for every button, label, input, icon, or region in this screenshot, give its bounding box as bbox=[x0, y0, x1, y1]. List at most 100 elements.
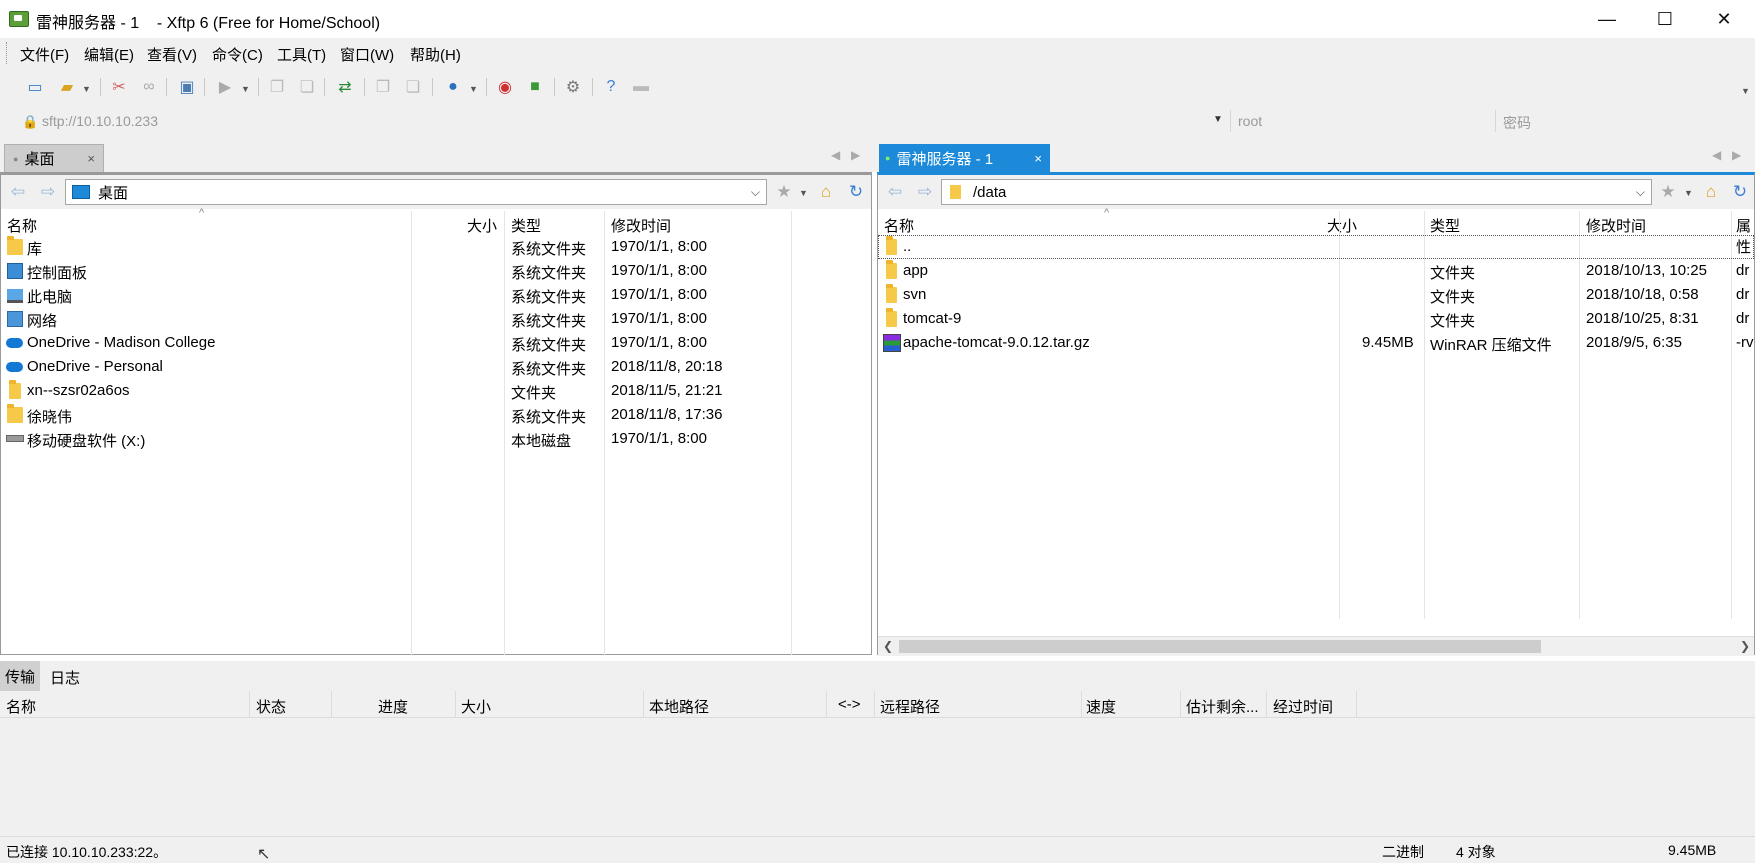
copy-file-icon[interactable]: ❐ bbox=[372, 77, 394, 97]
tab-log[interactable]: 日志 bbox=[50, 667, 80, 688]
open-folder-icon[interactable]: ▰ bbox=[56, 77, 78, 97]
menu-file[interactable]: 文件(F) bbox=[20, 44, 69, 65]
tab-scroll-right-icon[interactable]: ▶ bbox=[1732, 148, 1741, 162]
file-row[interactable]: svn 文件夹 2018/10/18, 0:58 dr bbox=[878, 283, 1754, 307]
file-row[interactable]: 控制面板 系统文件夹 1970/1/1, 8:00 bbox=[1, 259, 871, 283]
column-header-name[interactable]: 名称 bbox=[884, 215, 914, 236]
transfer-mode: 二进制 bbox=[1382, 844, 1424, 860]
local-path-combo[interactable]: 桌面 ⌵ bbox=[65, 179, 767, 205]
dropdown-arrow-icon[interactable]: ▼ bbox=[82, 84, 91, 94]
tab-scroll-right-icon[interactable]: ▶ bbox=[851, 148, 860, 162]
refresh-icon[interactable]: ↻ bbox=[1729, 182, 1751, 202]
refresh-icon[interactable]: ↻ bbox=[845, 182, 867, 202]
column-header-size[interactable]: 大小 bbox=[1327, 215, 1357, 236]
column-header-modified[interactable]: 修改时间 bbox=[611, 215, 671, 236]
file-row[interactable]: tomcat-9 文件夹 2018/10/25, 8:31 dr bbox=[878, 307, 1754, 331]
disconnect-icon[interactable]: ✂ bbox=[108, 77, 130, 97]
scroll-right-icon[interactable]: ❯ bbox=[1740, 639, 1750, 653]
column-header-elapsed[interactable]: 经过时间 bbox=[1273, 696, 1333, 717]
menu-view[interactable]: 查看(V) bbox=[147, 44, 197, 65]
new-session-icon[interactable]: ▭ bbox=[24, 77, 46, 97]
close-button[interactable]: ✕ bbox=[1695, 0, 1753, 38]
file-row[interactable]: 网络 系统文件夹 1970/1/1, 8:00 bbox=[1, 307, 871, 331]
maximize-button[interactable]: ☐ bbox=[1636, 0, 1694, 38]
copy-icon[interactable]: ❐ bbox=[266, 77, 288, 97]
home-folder-icon[interactable]: ⌂ bbox=[815, 182, 837, 202]
globe-icon[interactable]: ● bbox=[442, 77, 464, 97]
file-row[interactable]: xn--szsr02a6os 文件夹 2018/11/5, 21:21 bbox=[1, 379, 871, 403]
chat-icon[interactable]: ▬ bbox=[630, 77, 652, 97]
file-modified: 1970/1/1, 8:00 bbox=[611, 310, 707, 327]
column-header-local-path[interactable]: 本地路径 bbox=[649, 696, 709, 717]
dropdown-arrow-icon[interactable]: ▼ bbox=[469, 84, 478, 94]
menu-window[interactable]: 窗口(W) bbox=[340, 44, 394, 65]
column-header-type[interactable]: 类型 bbox=[511, 215, 541, 236]
minimize-button[interactable]: — bbox=[1578, 0, 1636, 38]
forward-icon[interactable]: ⇨ bbox=[914, 182, 936, 202]
column-header-progress[interactable]: 进度 bbox=[378, 696, 408, 717]
dropdown-arrow-icon[interactable]: ▼ bbox=[799, 188, 808, 198]
tab-local-desktop[interactable]: ● 桌面 × bbox=[4, 144, 104, 172]
remote-path-combo[interactable]: /data ⌵ bbox=[941, 179, 1652, 205]
file-row[interactable]: OneDrive - Personal 系统文件夹 2018/11/8, 20:… bbox=[1, 355, 871, 379]
transfer-icon[interactable]: ⇄ bbox=[334, 77, 356, 97]
menu-help[interactable]: 帮助(H) bbox=[410, 44, 461, 65]
host-dropdown-arrow-icon[interactable]: ▼ bbox=[1213, 114, 1223, 125]
scroll-left-icon[interactable]: ❮ bbox=[883, 639, 893, 653]
column-header-remote-path[interactable]: 远程路径 bbox=[880, 696, 940, 717]
home-folder-icon[interactable]: ⌂ bbox=[1700, 182, 1722, 202]
file-row[interactable]: OneDrive - Madison College 系统文件夹 1970/1/… bbox=[1, 331, 871, 355]
dropdown-arrow-icon[interactable]: ▼ bbox=[1684, 188, 1693, 198]
column-header-status[interactable]: 状态 bbox=[256, 696, 286, 717]
password-input[interactable]: 密码 bbox=[1503, 113, 1531, 133]
column-divider bbox=[455, 691, 456, 717]
scrollbar-thumb[interactable] bbox=[899, 640, 1541, 653]
column-header-speed[interactable]: 速度 bbox=[1086, 696, 1116, 717]
terminal-icon[interactable]: ▶ bbox=[214, 77, 236, 97]
bookmark-star-icon[interactable]: ★ bbox=[1657, 182, 1679, 202]
parent-dir-row[interactable]: .. bbox=[878, 235, 1754, 259]
bookmark-star-icon[interactable]: ★ bbox=[773, 182, 795, 202]
xftp-icon[interactable]: ■ bbox=[524, 77, 546, 97]
file-row[interactable]: apache-tomcat-9.0.12.tar.gz 9.45MB WinRA… bbox=[878, 331, 1754, 355]
file-name: 此电脑 bbox=[27, 289, 73, 306]
xshell-icon[interactable]: ◉ bbox=[494, 77, 516, 97]
column-header-size[interactable]: 大小 bbox=[467, 215, 497, 236]
toolbar-overflow-icon[interactable]: ▼ bbox=[1741, 86, 1750, 96]
file-row[interactable]: app 文件夹 2018/10/13, 10:25 dr bbox=[878, 259, 1754, 283]
file-row[interactable]: 此电脑 系统文件夹 1970/1/1, 8:00 bbox=[1, 283, 871, 307]
tab-scroll-left-icon[interactable]: ◀ bbox=[1712, 148, 1721, 162]
menu-command[interactable]: 命令(C) bbox=[212, 44, 263, 65]
back-icon[interactable]: ⇦ bbox=[884, 182, 906, 202]
menu-tools[interactable]: 工具(T) bbox=[277, 44, 326, 65]
session-properties-icon[interactable]: ▣ bbox=[176, 77, 198, 97]
tab-close-icon[interactable]: × bbox=[87, 151, 95, 166]
forward-icon[interactable]: ⇨ bbox=[37, 182, 59, 202]
column-header-modified[interactable]: 修改时间 bbox=[1586, 215, 1646, 236]
host-input[interactable]: sftp://10.10.10.233 bbox=[42, 113, 158, 129]
tab-transfer[interactable]: 传输 bbox=[0, 661, 40, 691]
username-input[interactable]: root bbox=[1238, 113, 1263, 129]
menu-edit[interactable]: 编辑(E) bbox=[84, 44, 134, 65]
file-row[interactable]: 移动硬盘软件 (X:) 本地磁盘 1970/1/1, 8:00 bbox=[1, 427, 871, 451]
reconnect-icon[interactable]: ∞ bbox=[138, 77, 160, 97]
column-header-type[interactable]: 类型 bbox=[1430, 215, 1460, 236]
column-header-name[interactable]: 名称 bbox=[6, 696, 36, 717]
remote-pane: ⇦ ⇨ /data ⌵ ★ ▼ ⌂ ↻ 名称 ^ 大小 类型 修改时间 属性 .… bbox=[877, 172, 1755, 656]
tab-close-icon[interactable]: × bbox=[1034, 151, 1042, 166]
help-icon[interactable]: ? bbox=[600, 77, 622, 97]
paste-file-icon[interactable]: ❏ bbox=[402, 77, 424, 97]
column-header-direction[interactable]: <-> bbox=[838, 696, 861, 713]
file-row[interactable]: 徐晓伟 系统文件夹 2018/11/8, 17:36 bbox=[1, 403, 871, 427]
column-header-size[interactable]: 大小 bbox=[461, 696, 491, 717]
column-header-name[interactable]: 名称 bbox=[7, 215, 37, 236]
paste-icon[interactable]: ❏ bbox=[296, 77, 318, 97]
tab-scroll-left-icon[interactable]: ◀ bbox=[831, 148, 840, 162]
horizontal-scrollbar[interactable]: ❮ ❯ bbox=[878, 636, 1754, 656]
back-icon[interactable]: ⇦ bbox=[7, 182, 29, 202]
file-row[interactable]: 库 系统文件夹 1970/1/1, 8:00 bbox=[1, 235, 871, 259]
dropdown-arrow-icon[interactable]: ▼ bbox=[241, 84, 250, 94]
tab-remote-server[interactable]: ● 雷神服务器 - 1 × bbox=[879, 144, 1050, 172]
settings-icon[interactable]: ⚙ bbox=[562, 77, 584, 97]
column-header-time-left[interactable]: 估计剩余... bbox=[1186, 696, 1259, 717]
